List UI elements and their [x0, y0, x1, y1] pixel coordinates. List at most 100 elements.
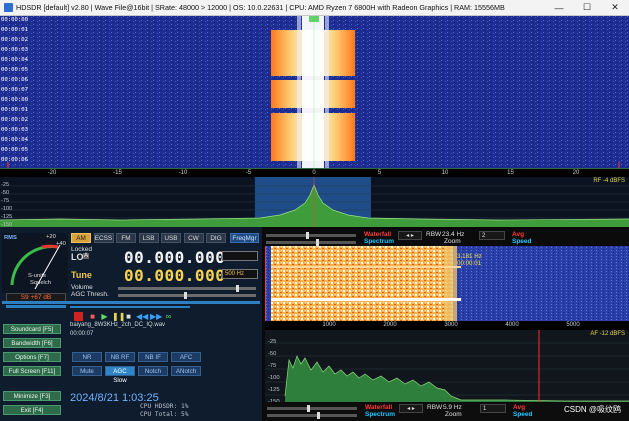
mode-button-ecss[interactable]: ECSS [93, 233, 114, 243]
maximize-button[interactable]: ☐ [573, 0, 601, 16]
fast-forward-icon[interactable]: ▶▶ [150, 312, 162, 321]
lo-badge[interactable]: A [83, 253, 90, 259]
rf-axis-tick: 20 [572, 170, 580, 176]
pause-icon[interactable]: ❚❚ [112, 312, 125, 321]
mode-button-cw[interactable]: CW [183, 233, 204, 243]
rf-spectrum-y-tick: -50 [1, 190, 10, 196]
rf-spectrum-y-tick: -25 [1, 182, 10, 188]
loop-icon[interactable]: ∞ [164, 312, 173, 321]
af-spectrum-y-tick: -50 [268, 351, 277, 357]
side-button[interactable]: Bandwidth [F6] [3, 338, 61, 348]
af-speed-label: Speed [513, 411, 533, 418]
af-zoom-label: Zoom [445, 411, 462, 418]
exit-button[interactable]: Exit [F4] [3, 405, 61, 415]
rf-spectrum-y-tick: -75 [1, 198, 10, 204]
rf-waterfall-label: Waterfall [364, 231, 392, 238]
rewind-icon[interactable]: ◀◀ [136, 312, 148, 321]
af-spectrum-slider[interactable] [267, 412, 357, 419]
mode-button-fm[interactable]: FM [116, 233, 136, 243]
rf-waterfall-slider[interactable] [266, 232, 356, 239]
stop-square-icon[interactable]: ■ [124, 312, 133, 321]
rf-axis-tick: -20 [47, 170, 57, 176]
agc-thresh-slider[interactable] [118, 292, 256, 299]
af-axis-tick: 5000 [566, 322, 580, 328]
waterfall-time-label: 00:00:00 [1, 17, 28, 23]
cpu-hdsdr: CPU HDSDR: 1% [140, 403, 189, 410]
volume-label: Volume [71, 284, 93, 291]
mode-button-usb[interactable]: USB [161, 233, 181, 243]
minimize-app-button[interactable]: Minimize [F3] [3, 391, 61, 401]
rf-spectrum-label: Spectrum [364, 238, 394, 245]
squelch-slider[interactable] [6, 305, 66, 308]
freqmgr-button[interactable]: FreqMgr [230, 233, 259, 243]
rf-waterfall[interactable]: 00:00:00 00:00:01 00:00:02 00:00:03 00:00:04… [0, 16, 629, 168]
meter-scale-20: +20 [46, 234, 56, 240]
waterfall-time-label: 00:00:02 [1, 117, 28, 123]
tune-frequency[interactable]: 00.000.000 [124, 266, 225, 285]
side-button[interactable]: Options [F7] [3, 352, 61, 362]
rf-spectrum[interactable]: -25 -50 -75 -100 -125 -150 RF -4 dBFS [0, 177, 629, 227]
side-button[interactable]: Full Screen [F11] [3, 366, 61, 376]
rf-axis-tick: -5 [245, 170, 252, 176]
s-meter: RMS +20 +40 S-units Squelch S9 +67 dB [2, 233, 68, 329]
af-spectrum-y-tick: -25 [268, 339, 277, 345]
rf-avg-select[interactable]: 2 [479, 231, 505, 240]
waterfall-time-label: 00:00:06 [1, 157, 28, 163]
tune-label: Tune [71, 270, 92, 280]
dsp-button[interactable]: Mute [72, 366, 102, 376]
close-button[interactable]: ✕ [601, 0, 629, 16]
csdn-watermark: CSDN @吸纹鸥 [563, 405, 621, 414]
file-position-bar[interactable] [70, 306, 190, 308]
mode-button-am[interactable]: AM [71, 233, 91, 243]
waterfall-time-label: 00:00:07 [1, 87, 28, 93]
lo-select[interactable] [222, 251, 258, 261]
af-axis-tick: 1000 [322, 322, 336, 328]
rf-waterfall-image [0, 16, 629, 168]
volume-slider[interactable] [118, 285, 256, 292]
rf-spectrum-plot [0, 177, 629, 227]
lo-frequency[interactable]: 00.000.000 [124, 248, 225, 267]
waterfall-time-label: 00:00:00 [1, 97, 28, 103]
squelch-label: Squelch [30, 280, 51, 286]
tune-step-select[interactable]: 500 Hz [222, 269, 258, 279]
dsp-button[interactable]: ANotch [171, 366, 201, 376]
af-spectrum[interactable]: -25 -50 -75 -100 -125 -150 AF -12 dBFS [265, 330, 629, 402]
file-name: baiyang_8W3KHz_2ch_DC_IQ.wav [70, 322, 166, 328]
play-icon[interactable]: ▶ [100, 312, 109, 321]
window-title: HDSDR [default] v2.80 | Wave File@16bit … [16, 3, 505, 12]
af-marker-time: 00:00:01 [457, 260, 482, 267]
waterfall-time-label: 00:00:04 [1, 57, 28, 63]
dsp-button[interactable]: NB RF [105, 352, 135, 362]
af-spectrum-y-tick: -75 [268, 363, 277, 369]
rf-waterfall-stepper[interactable]: ◂ ▸ [398, 231, 422, 240]
side-button[interactable]: Soundcard [F5] [3, 324, 61, 334]
mode-button-dig[interactable]: DIG [206, 233, 226, 243]
af-axis-tick: 3000 [444, 322, 458, 328]
record-icon[interactable]: ■ [88, 312, 97, 321]
waterfall-time-label: 00:00:01 [1, 27, 28, 33]
stop-icon[interactable] [74, 312, 83, 321]
af-rbw-value: 5.9 Hz [443, 404, 462, 411]
rf-spectrum-slider[interactable] [266, 239, 356, 246]
af-spectrum-y-tick: -125 [268, 387, 280, 393]
dsp-button[interactable]: NR [72, 352, 102, 362]
dsp-button[interactable]: AGC Slow [105, 366, 135, 384]
dsp-button[interactable]: Notch [138, 366, 168, 376]
rf-axis-tick: -10 [178, 170, 188, 176]
dsp-button[interactable]: AFC [171, 352, 201, 362]
waterfall-time-label: 00:00:05 [1, 147, 28, 153]
waterfall-time-label: 00:00:04 [1, 137, 28, 143]
dsp-button[interactable]: NB IF [138, 352, 168, 362]
mode-button-lsb[interactable]: LSB [138, 233, 159, 243]
minimize-button[interactable]: — [545, 0, 573, 16]
rf-axis-tick: -15 [113, 170, 122, 176]
af-waterfall-stepper[interactable]: ◂ ▸ [399, 404, 423, 413]
af-waterfall-slider[interactable] [267, 405, 357, 412]
af-spectrum-y-tick: -100 [268, 375, 280, 381]
af-avg-label: Avg [513, 404, 526, 411]
title-bar: HDSDR [default] v2.80 | Wave File@16bit … [0, 0, 629, 16]
rf-rbw-value: 23.4 Hz [442, 231, 465, 238]
af-waterfall[interactable]: 3,181 Hz 00:00:01 [265, 246, 629, 321]
app-icon [4, 3, 13, 12]
af-avg-select[interactable]: 1 [480, 404, 506, 413]
